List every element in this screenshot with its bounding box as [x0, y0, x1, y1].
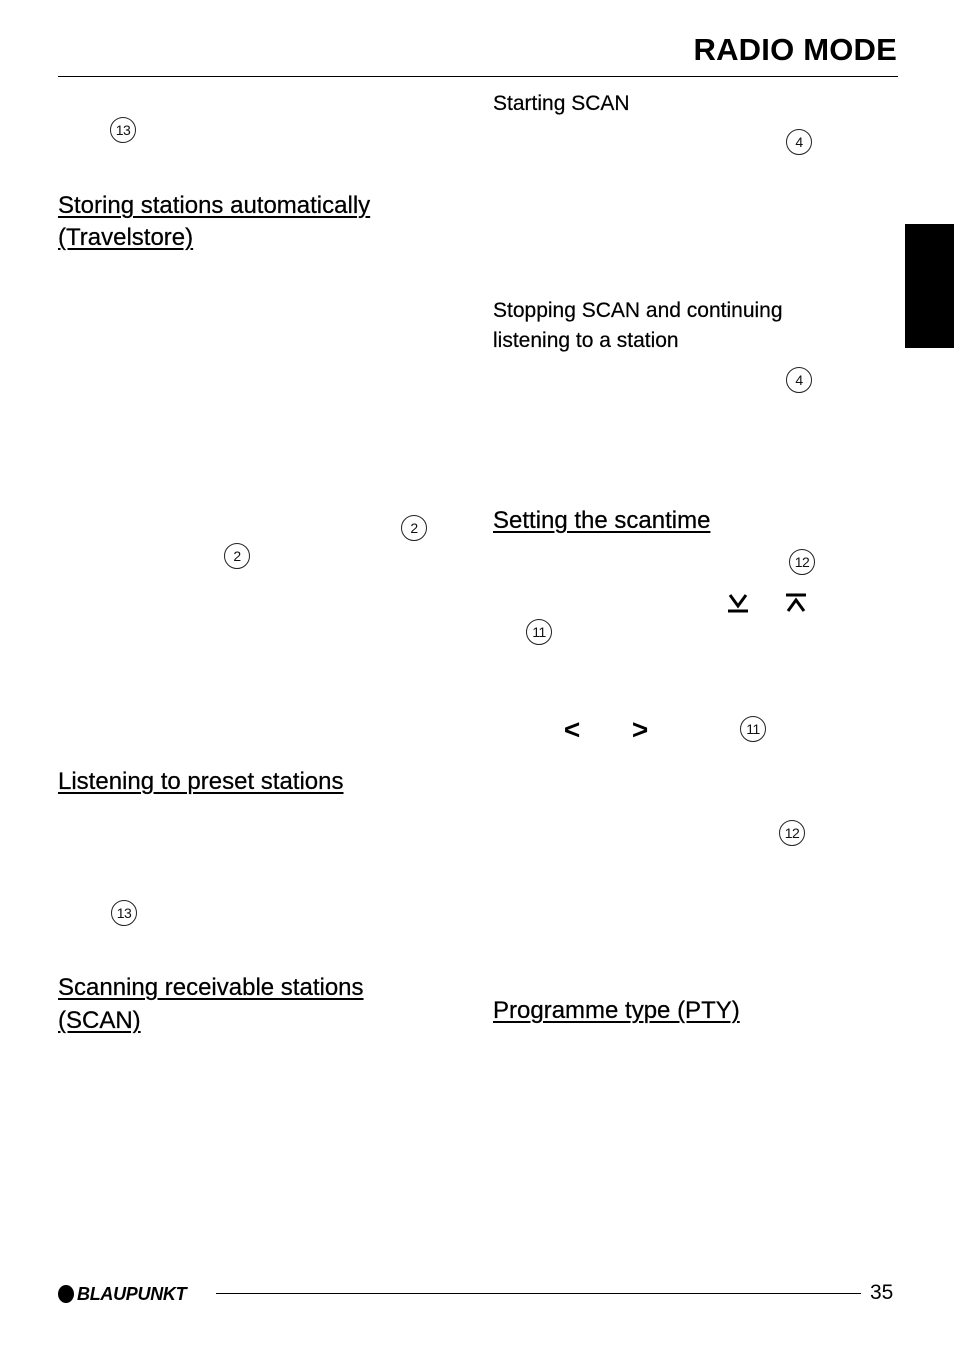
header-divider — [58, 76, 898, 77]
section-thumb-tab — [905, 224, 954, 348]
brand-name: BLAUPUNKT — [77, 1284, 187, 1304]
heading-preset-stations: Listening to preset stations — [58, 768, 344, 795]
heading-scan: Scanning receivable stations — [58, 974, 364, 1001]
left-arrow-key-icon: < — [563, 714, 581, 745]
callout-2: 2 — [401, 515, 427, 541]
subheading-starting-scan: Starting SCAN — [493, 92, 630, 115]
brand-logo: BLAUPUNKT — [58, 1284, 187, 1304]
subheading-stopping-scan-line2: listening to a station — [493, 329, 679, 352]
heading-programme-type: Programme type (PTY) — [493, 997, 740, 1024]
callout-13: 13 — [110, 117, 136, 143]
up-key-icon — [786, 593, 806, 612]
callout-2: 2 — [224, 543, 250, 569]
callout-12: 12 — [779, 820, 805, 846]
footer-divider — [216, 1293, 861, 1294]
callout-13: 13 — [111, 900, 137, 926]
callout-11: 11 — [740, 716, 766, 742]
callout-4: 4 — [786, 367, 812, 393]
callout-12: 12 — [789, 549, 815, 575]
callout-11: 11 — [526, 619, 552, 645]
logo-dot-icon — [58, 1285, 74, 1303]
heading-scan-line2: (SCAN) — [58, 1007, 141, 1034]
heading-travelstore-line2: (Travelstore) — [58, 224, 194, 251]
page-number: 35 — [870, 1281, 894, 1304]
heading-travelstore: Storing stations automatically — [58, 192, 371, 219]
callout-4: 4 — [786, 129, 812, 155]
page-title: RADIO MODE — [693, 32, 897, 67]
right-arrow-key-icon: > — [631, 714, 649, 745]
down-key-icon — [728, 594, 748, 613]
subheading-stopping-scan: Stopping SCAN and continuing — [493, 299, 783, 322]
heading-scantime: Setting the scantime — [493, 507, 711, 534]
